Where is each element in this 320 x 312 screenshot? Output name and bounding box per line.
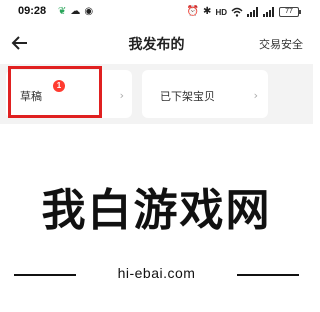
chevron-right-icon: ›	[119, 89, 124, 102]
nfc-icon: ✱	[203, 6, 212, 17]
content-area: 我白游戏网 hi-ebai.com	[0, 124, 313, 312]
status-left-icons: ❦ ☁ ◉	[58, 5, 93, 19]
weibo-icon: ◉	[84, 6, 94, 17]
wifi-icon	[231, 7, 243, 17]
signal-icon	[263, 7, 274, 17]
nav-bar: 我发布的 交易安全	[0, 24, 313, 64]
status-bar: 09:28 ❦ ☁ ◉ ⏰ ✱ HD 77	[0, 0, 313, 24]
tab-off-shelf[interactable]: 已下架宝贝 ›	[142, 70, 268, 118]
battery-indicator: 77	[279, 7, 301, 17]
signal-icon	[247, 7, 258, 17]
hd-icon: HD	[215, 7, 227, 17]
chevron-right-icon: ›	[253, 89, 258, 102]
cloud-icon: ☁	[70, 6, 81, 17]
trade-safety-link[interactable]: 交易安全	[259, 36, 303, 52]
tab-off-shelf-label: 已下架宝贝	[160, 90, 215, 103]
alarm-icon: ⏰	[186, 6, 200, 17]
watermark-text: 我白游戏网	[41, 185, 272, 236]
watermark-divider	[237, 274, 299, 276]
highlight-box	[8, 66, 102, 118]
status-right-icons: ⏰ ✱ HD 77	[186, 5, 301, 19]
status-time: 09:28	[18, 5, 47, 17]
watermark-url: hi-ebai.com	[117, 265, 196, 281]
leaf-icon: ❦	[58, 6, 67, 17]
